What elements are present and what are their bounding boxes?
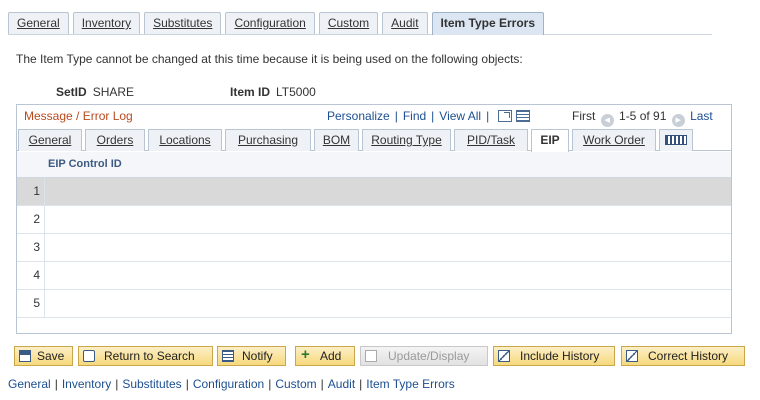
- bottom-page-links: General | Inventory | Substitutes | Configurat…: [8, 377, 455, 391]
- setid-label: SetID: [56, 85, 87, 99]
- correct-history-icon: [626, 350, 638, 362]
- grid-title: Message / Error Log: [24, 109, 133, 123]
- save-label: Save: [37, 349, 65, 363]
- nav-separator: |: [486, 109, 490, 123]
- return-to-search-label: Return to Search: [104, 349, 195, 363]
- add-label: Add: [320, 349, 342, 363]
- tab-general[interactable]: General: [8, 12, 69, 34]
- update-display-icon: [365, 350, 377, 362]
- bottom-link-substitutes[interactable]: Substitutes: [122, 377, 181, 391]
- link-separator: |: [185, 377, 189, 391]
- link-separator: |: [320, 377, 324, 391]
- tab-inventory[interactable]: Inventory: [72, 12, 141, 34]
- column-header: EIP Control ID: [17, 152, 731, 178]
- setid-value: SHARE: [92, 85, 135, 99]
- show-all-columns-icon: [665, 135, 687, 145]
- save-button[interactable]: Save: [14, 346, 73, 366]
- tab-substitutes[interactable]: Substitutes: [144, 12, 222, 34]
- notify-button[interactable]: Notify: [217, 346, 286, 366]
- link-separator: |: [115, 377, 119, 391]
- table-row[interactable]: 2: [17, 206, 731, 234]
- grid-header: Message / Error Log Personalize | Find | Vie…: [17, 105, 731, 127]
- return-to-search-icon: [83, 350, 95, 362]
- download-icon[interactable]: [516, 110, 531, 122]
- row-number: 1: [17, 178, 45, 205]
- correct-history-button[interactable]: Correct History: [621, 346, 745, 366]
- range-label: 1-5 of 91: [619, 109, 667, 123]
- add-button[interactable]: Add: [295, 346, 355, 366]
- tab-configuration[interactable]: Configuration: [225, 12, 315, 34]
- row-number: 5: [17, 290, 45, 317]
- grid-nav: Personalize | Find | View All |: [327, 109, 531, 123]
- first-label: First: [572, 109, 596, 123]
- itemid-label: Item ID: [230, 85, 271, 99]
- grid-tab-bom[interactable]: BOM: [314, 129, 359, 151]
- last-link[interactable]: Last: [690, 109, 713, 123]
- include-history-button[interactable]: Include History: [493, 346, 615, 366]
- grid-tab-work-order[interactable]: Work Order: [572, 129, 656, 151]
- grid-tab-purchasing[interactable]: Purchasing: [225, 129, 311, 151]
- tab-custom[interactable]: Custom: [318, 12, 379, 34]
- eip-control-id-header: EIP Control ID: [48, 158, 122, 170]
- itemid-value: LT5000: [276, 85, 316, 99]
- row-number: 3: [17, 234, 45, 261]
- update-display-button[interactable]: Update/Display: [360, 346, 488, 366]
- row-number: 4: [17, 262, 45, 289]
- nav-separator: |: [431, 109, 435, 123]
- correct-history-label: Correct History: [648, 349, 729, 363]
- nav-separator: |: [394, 109, 398, 123]
- bottom-link-general[interactable]: General: [8, 377, 51, 391]
- personalize-link[interactable]: Personalize: [327, 109, 390, 123]
- previous-icon[interactable]: ◀: [600, 114, 614, 127]
- bottom-link-custom[interactable]: Custom: [275, 377, 316, 391]
- bottom-link-configuration[interactable]: Configuration: [193, 377, 264, 391]
- link-separator: |: [268, 377, 272, 391]
- show-all-columns-button[interactable]: [659, 129, 693, 151]
- include-history-icon: [498, 350, 510, 362]
- include-history-label: Include History: [520, 349, 600, 363]
- grid-tab-orders[interactable]: Orders: [85, 129, 145, 151]
- table-row[interactable]: 3: [17, 234, 731, 262]
- link-separator: |: [54, 377, 58, 391]
- row-number: 2: [17, 206, 45, 233]
- grid-tab-general[interactable]: General: [18, 129, 82, 151]
- update-display-label: Update/Display: [388, 349, 470, 363]
- grid-tab-routing-type[interactable]: Routing Type: [362, 129, 451, 151]
- view-all-link[interactable]: View All: [439, 109, 481, 123]
- grid-tab-locations[interactable]: Locations: [148, 129, 222, 151]
- next-icon[interactable]: ▶: [671, 114, 685, 127]
- tab-item-type-errors[interactable]: Item Type Errors: [431, 12, 545, 35]
- bottom-link-audit[interactable]: Audit: [328, 377, 355, 391]
- table-row[interactable]: 1: [17, 178, 731, 206]
- zoom-icon[interactable]: [498, 110, 513, 122]
- add-icon: [300, 346, 312, 364]
- table-row[interactable]: 5: [17, 290, 731, 318]
- grid-tab-bar: General Orders Locations Purchasing BOM …: [17, 129, 731, 152]
- grid-tab-eip[interactable]: EIP: [531, 129, 569, 152]
- link-separator: |: [359, 377, 363, 391]
- error-message: The Item Type cannot be changed at this …: [16, 52, 523, 66]
- find-link[interactable]: Find: [403, 109, 426, 123]
- bottom-link-inventory[interactable]: Inventory: [62, 377, 111, 391]
- notify-icon: [222, 350, 234, 362]
- message-error-log-grid: Message / Error Log Personalize | Find | Vie…: [16, 104, 732, 334]
- tab-audit[interactable]: Audit: [382, 12, 428, 34]
- return-to-search-button[interactable]: Return to Search: [78, 346, 213, 366]
- notify-label: Notify: [242, 349, 273, 363]
- setid-row: SetID SHARE: [56, 85, 134, 99]
- table-row[interactable]: 4: [17, 262, 731, 290]
- bottom-link-item-type-errors[interactable]: Item Type Errors: [366, 377, 454, 391]
- grid-tab-pid-task[interactable]: PID/Task: [454, 129, 528, 151]
- itemid-row: Item ID LT5000: [230, 85, 316, 99]
- page-tab-bar: General Inventory Substitutes Configurat…: [8, 12, 712, 35]
- grid-paging: First ◀ 1-5 of 91 ▶ Last: [572, 109, 713, 127]
- save-icon: [19, 350, 31, 362]
